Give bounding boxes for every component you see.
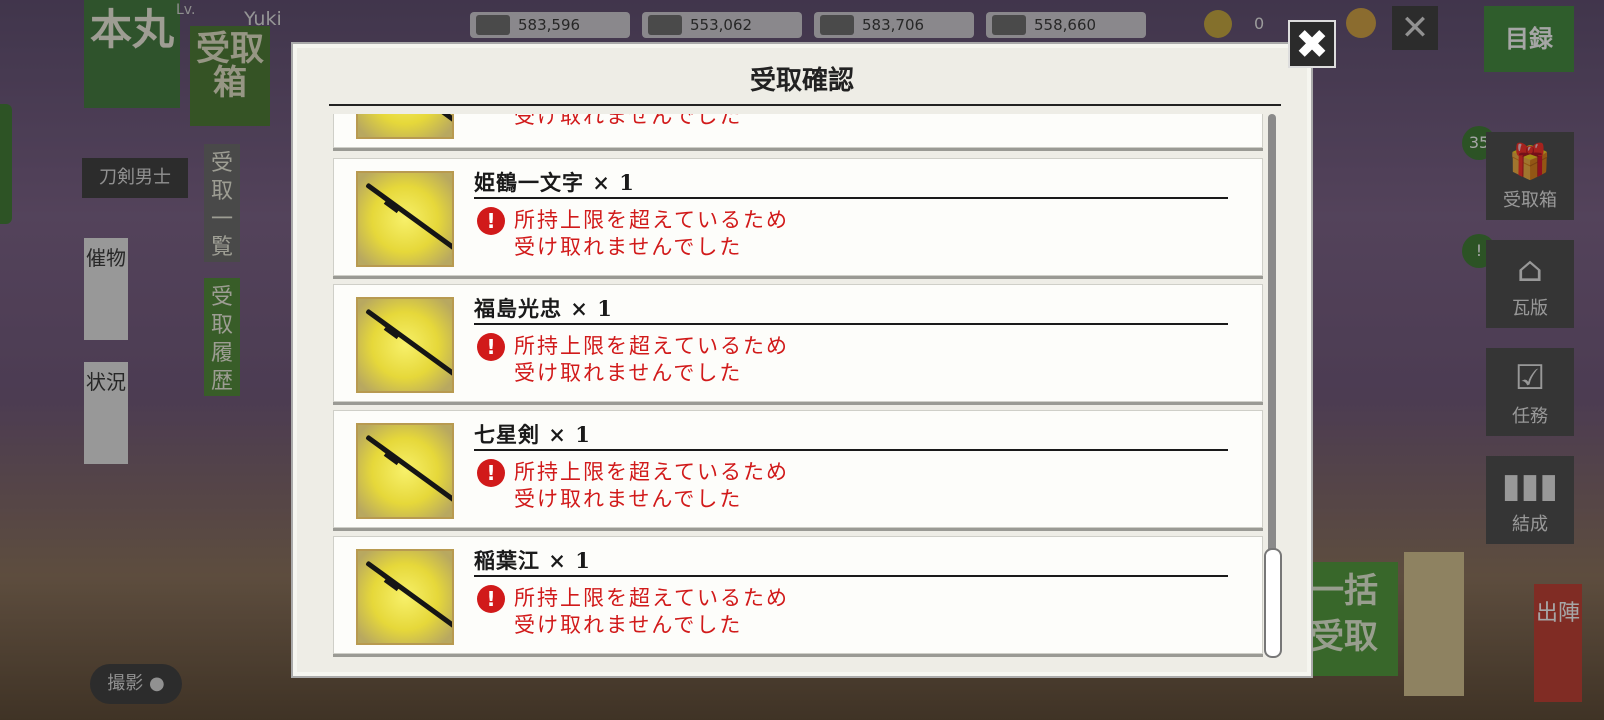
- sword-thumbnail: [356, 423, 454, 519]
- item-name: 福島光忠 × 1: [474, 296, 613, 321]
- sword-thumbnail: [356, 549, 454, 645]
- dialog-close-button[interactable]: ✖: [1288, 20, 1336, 68]
- list-item: 姫鶴一文字 × 1 ! 所持上限を超えているため 受け取れませんでした: [333, 158, 1263, 276]
- item-divider: [474, 323, 1228, 325]
- warning-icon: !: [477, 333, 505, 361]
- warning-message: 所持上限を超えているため 受け取れませんでした: [514, 460, 789, 511]
- scrollbar-thumb[interactable]: [1264, 548, 1282, 658]
- list-item: 七星剣 × 1 ! 所持上限を超えているため 受け取れませんでした: [333, 410, 1263, 528]
- item-list[interactable]: 受け取れませんでした 姫鶴一文字 × 1 ! 所持上限を超えているため 受け取れま…: [333, 114, 1265, 658]
- warning-icon: !: [477, 585, 505, 613]
- warning-message: 所持上限を超えているため 受け取れませんでした: [514, 586, 789, 637]
- list-item: 稲葉江 × 1 ! 所持上限を超えているため 受け取れませんでした: [333, 536, 1263, 654]
- dialog-title: 受取確認: [749, 66, 854, 96]
- item-divider: [474, 575, 1228, 577]
- warning-message: 所持上限を超えているため 受け取れませんでした: [514, 208, 789, 259]
- list-item: 受け取れませんでした: [333, 114, 1263, 148]
- sword-thumbnail: [356, 171, 454, 267]
- list-item: 福島光忠 × 1 ! 所持上限を超えているため 受け取れませんでした: [333, 284, 1263, 402]
- item-name: 七星剣 × 1: [474, 422, 591, 447]
- warning-icon: !: [477, 459, 505, 487]
- sword-thumbnail: [356, 297, 454, 393]
- item-divider: [474, 197, 1228, 199]
- item-name: 姫鶴一文字 × 1: [474, 170, 635, 195]
- warning-icon: !: [477, 207, 505, 235]
- sword-thumbnail: [356, 114, 454, 139]
- item-divider: [474, 449, 1228, 451]
- item-name: 稲葉江 × 1: [474, 548, 591, 573]
- warning-message: 所持上限を超えているため 受け取れませんでした: [514, 334, 789, 385]
- warning-message: 受け取れませんでした: [514, 114, 743, 128]
- title-divider: [329, 104, 1281, 106]
